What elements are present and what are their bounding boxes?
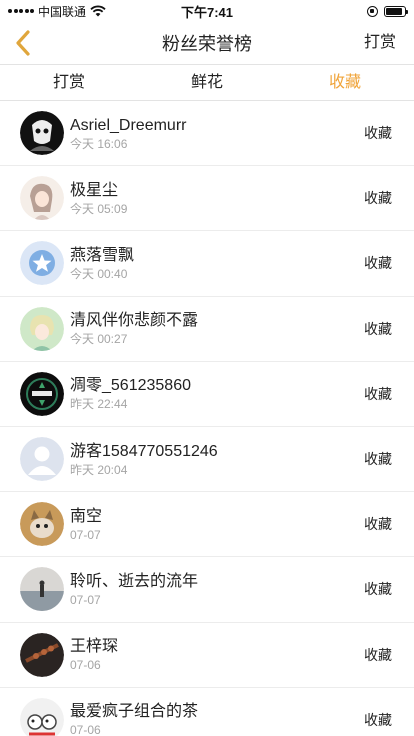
list-item[interactable]: 清风伴你悲颜不露 今天 00:27 收藏 (0, 297, 414, 362)
item-info: 极星尘 今天 05:09 (70, 180, 127, 217)
battery-icon (384, 5, 408, 17)
user-name: 王梓琛 (70, 638, 119, 656)
list-item[interactable]: 游客1584770551246 昨天 20:04 收藏 (0, 427, 414, 493)
tip-button[interactable]: 打赏 (364, 22, 396, 64)
list-item[interactable]: 王梓琛 07-06 收藏 (0, 623, 414, 688)
chevron-left-icon (16, 30, 30, 56)
back-button[interactable] (6, 26, 40, 60)
item-time: 07-06 (70, 658, 101, 673)
cat-photo-avatar (20, 502, 64, 547)
item-info: 最爱疯子组合的茶 07-06 (70, 701, 198, 736)
orientation-lock-icon (367, 5, 378, 17)
user-name: Asriel_Dreemurr (70, 116, 187, 134)
dark-photo-avatar (20, 632, 64, 677)
item-info: 凋零_561235860 昨天 22:44 (70, 375, 191, 412)
list-item[interactable]: 燕落雪飘 今天 00:40 收藏 (0, 231, 414, 297)
item-time: 07-07 (70, 592, 101, 607)
nav-bar: 粉丝荣誉榜 打赏 (0, 22, 414, 64)
list-item[interactable]: 凋零_561235860 昨天 22:44 收藏 (0, 362, 414, 427)
item-time: 今天 05:09 (70, 201, 128, 216)
tab-bar: 打赏 鲜花 收藏 (0, 65, 414, 100)
favorite-label[interactable]: 收藏 (364, 492, 392, 556)
list-item[interactable]: 最爱疯子组合的茶 07-06 收藏 (0, 688, 414, 736)
wifi-icon (90, 5, 106, 17)
item-time: 今天 00:27 (70, 332, 128, 347)
favorite-label[interactable]: 收藏 (364, 427, 392, 491)
status-bar: 中国联通 下午7:41 (0, 0, 414, 22)
item-time: 今天 16:06 (70, 136, 128, 151)
status-right (367, 5, 408, 17)
anime-boy-avatar (20, 306, 64, 351)
favorite-label[interactable]: 收藏 (364, 688, 392, 736)
sea-scene-avatar (20, 567, 64, 612)
favorite-label[interactable]: 收藏 (364, 297, 392, 361)
page-title: 粉丝荣誉榜 (162, 34, 252, 54)
list-item[interactable]: 聆听、逝去的流年 07-07 收藏 (0, 557, 414, 623)
favorite-label[interactable]: 收藏 (364, 231, 392, 295)
user-name: 最爱疯子组合的茶 (70, 703, 199, 721)
item-info: 王梓琛 07-06 (70, 636, 118, 673)
item-time: 昨天 22:44 (70, 397, 128, 412)
user-name: 聆听、逝去的流年 (70, 572, 199, 590)
item-info: 聆听、逝去的流年 07-07 (70, 571, 198, 608)
carrier-label: 中国联通 (38, 4, 87, 19)
star-logo-avatar (20, 241, 64, 286)
tab-flowers[interactable]: 鲜花 (138, 65, 276, 100)
item-time: 今天 00:40 (70, 266, 128, 281)
item-info: 燕落雪飘 今天 00:40 (70, 245, 134, 282)
list-item[interactable]: Asriel_Dreemurr 今天 16:06 收藏 (0, 101, 414, 167)
anime-girl-avatar (20, 176, 64, 221)
game-emblem-avatar (20, 371, 64, 416)
user-name: 极星尘 (70, 181, 119, 199)
tab-tip[interactable]: 打赏 (0, 65, 138, 100)
favorite-label[interactable]: 收藏 (364, 557, 392, 621)
signal-icon (8, 9, 34, 13)
user-name: 凋零_561235860 (70, 377, 191, 395)
item-info: Asriel_Dreemurr 今天 16:06 (70, 115, 186, 152)
item-time: 昨天 20:04 (70, 462, 128, 477)
item-info: 游客1584770551246 昨天 20:04 (70, 441, 218, 478)
item-time: 07-06 (70, 723, 101, 736)
tab-favorites[interactable]: 收藏 (276, 65, 414, 100)
item-time: 07-07 (70, 527, 101, 542)
list-item[interactable]: 南空 07-07 收藏 (0, 492, 414, 558)
user-name: 游客1584770551246 (70, 442, 218, 460)
dark-character-avatar (20, 111, 64, 156)
battery-level (386, 7, 403, 15)
user-name: 燕落雪飘 (70, 246, 135, 264)
status-left: 中国联通 (8, 3, 106, 20)
favorite-label[interactable]: 收藏 (364, 623, 392, 687)
favorite-label[interactable]: 收藏 (364, 166, 392, 230)
item-info: 南空 07-07 (70, 506, 102, 543)
user-name: 南空 (70, 507, 103, 525)
list-item[interactable]: 极星尘 今天 05:09 收藏 (0, 166, 414, 232)
fan-list: Asriel_Dreemurr 今天 16:06 收藏 极星尘 今天 05:09… (0, 101, 414, 736)
user-name: 清风伴你悲颜不露 (70, 312, 199, 330)
cartoon-pair-avatar (20, 697, 64, 736)
favorite-label[interactable]: 收藏 (364, 101, 392, 165)
default-user-avatar (20, 437, 64, 482)
favorite-label[interactable]: 收藏 (364, 362, 392, 426)
item-info: 清风伴你悲颜不露 今天 00:27 (70, 310, 198, 347)
